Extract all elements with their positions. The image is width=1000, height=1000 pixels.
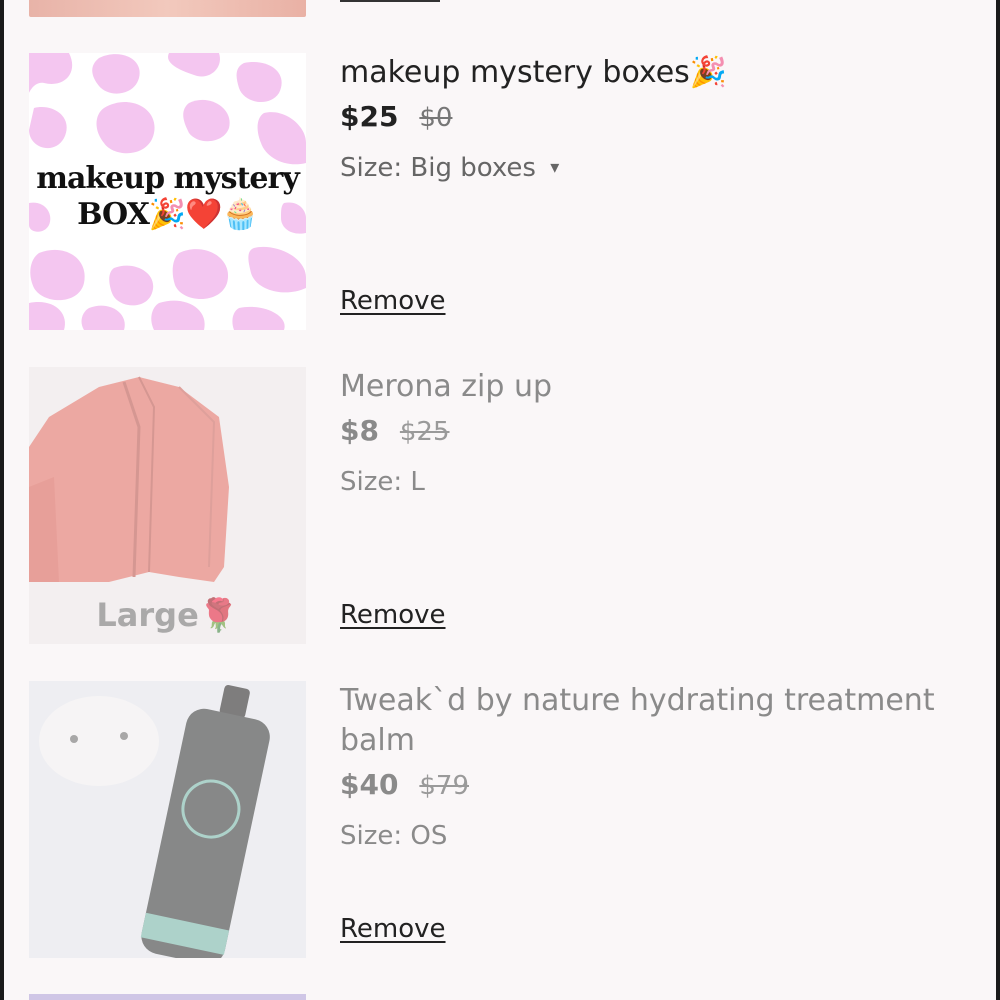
previous-item-thumbnail[interactable] bbox=[29, 0, 306, 17]
item-thumbnail[interactable]: makeup mystery BOX🎉❤️🧁 bbox=[29, 53, 306, 330]
price-row: $40 $79 bbox=[340, 769, 960, 802]
size-selector[interactable]: Size: Big boxes ▾ bbox=[340, 152, 960, 187]
item-title[interactable]: Tweak`d by nature hydrating treatment ba… bbox=[340, 681, 960, 761]
price-row: $8 $25 bbox=[340, 415, 960, 448]
item-title[interactable]: Merona zip up bbox=[340, 367, 960, 407]
item-price: $8 bbox=[340, 414, 379, 447]
bottle-image bbox=[29, 681, 306, 958]
size-label: Size: Big boxes bbox=[340, 153, 536, 183]
item-thumbnail[interactable] bbox=[29, 681, 306, 958]
item-original-price: $79 bbox=[419, 771, 469, 801]
remove-link[interactable]: Remove bbox=[340, 286, 446, 316]
remove-link[interactable]: Remove bbox=[340, 914, 446, 944]
size-label: Size: L bbox=[340, 467, 425, 497]
item-info: Tweak`d by nature hydrating treatment ba… bbox=[340, 681, 960, 852]
item-original-price: $25 bbox=[399, 417, 450, 447]
remove-link[interactable]: Remove bbox=[340, 600, 446, 630]
item-title[interactable]: makeup mystery boxes🎉 bbox=[340, 53, 960, 93]
item-info: makeup mystery boxes🎉 $25 $0 Size: Big b… bbox=[340, 53, 960, 187]
price-row: $25 $0 bbox=[340, 101, 960, 134]
next-item-thumbnail[interactable] bbox=[29, 994, 306, 1000]
thumbnail-text: makeup mystery BOX🎉❤️🧁 bbox=[29, 161, 306, 233]
previous-item-remove-underline bbox=[340, 0, 440, 2]
item-info: Merona zip up $8 $25 Size: L bbox=[340, 367, 960, 498]
size-label: Size: OS bbox=[340, 821, 448, 851]
item-original-price: $0 bbox=[419, 103, 453, 133]
thumbnail-text-line2: BOX🎉❤️🧁 bbox=[77, 197, 259, 232]
caret-down-icon: ▾ bbox=[550, 157, 560, 178]
item-thumbnail[interactable]: Large🌹 bbox=[29, 367, 306, 644]
item-price: $25 bbox=[340, 100, 399, 133]
thumbnail-text: Large🌹 bbox=[96, 596, 239, 634]
item-price: $40 bbox=[340, 768, 399, 801]
thumbnail-text-line1: makeup mystery bbox=[36, 161, 300, 196]
cart-list: makeup mystery BOX🎉❤️🧁 makeup mystery bo… bbox=[4, 0, 996, 1000]
